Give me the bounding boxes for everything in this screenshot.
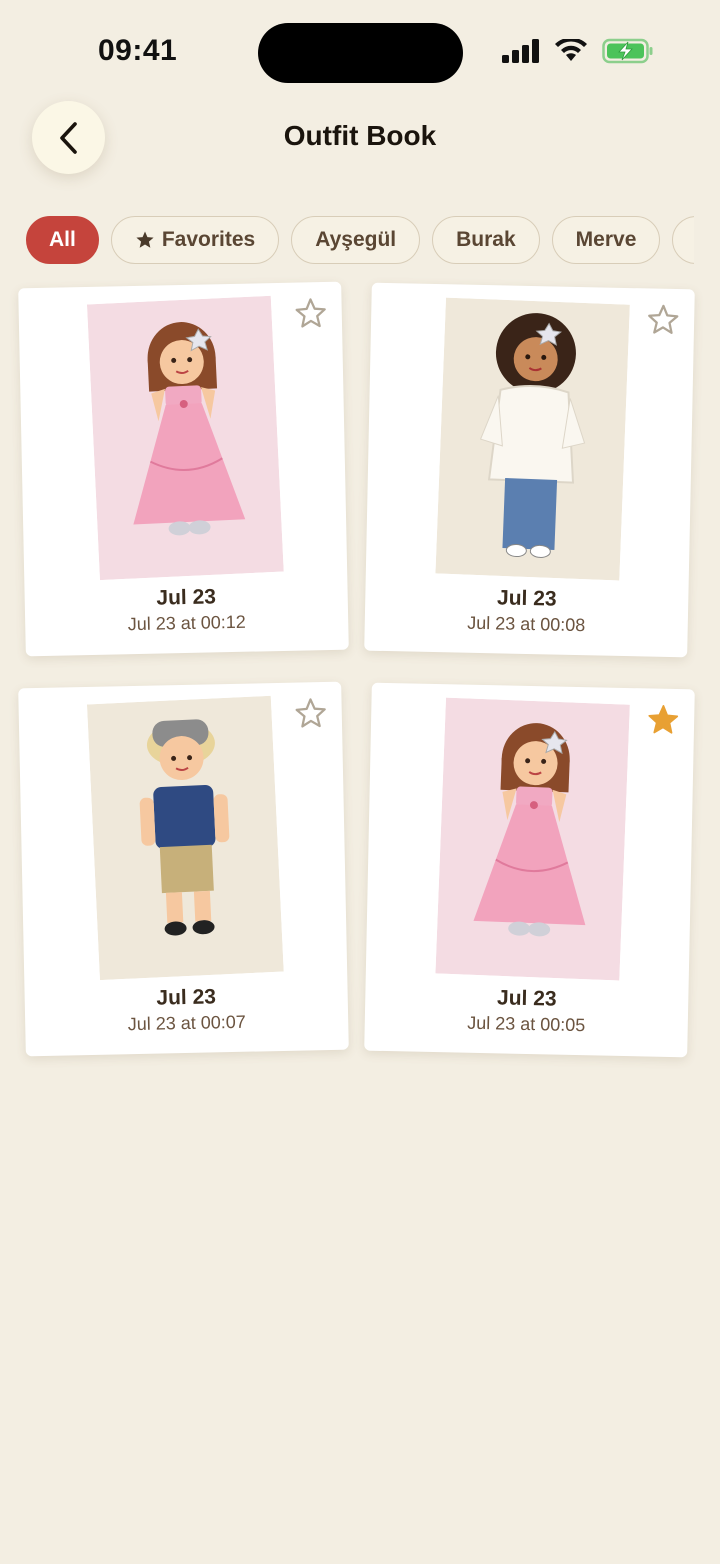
outfit-title: Jul 23 bbox=[496, 586, 557, 611]
chip-label: Favorites bbox=[161, 228, 256, 251]
chip-label: Merve bbox=[575, 228, 637, 251]
outfit-timestamp: Jul 23 at 00:05 bbox=[467, 1012, 586, 1036]
wifi-icon bbox=[555, 39, 587, 61]
outfit-image bbox=[435, 697, 630, 981]
outfit-image bbox=[86, 295, 284, 581]
star-outline-icon[interactable] bbox=[646, 302, 681, 337]
outfit-image bbox=[435, 297, 630, 581]
filter-chip-all[interactable]: All bbox=[26, 216, 99, 264]
star-icon bbox=[136, 231, 154, 248]
page-title: Outfit Book bbox=[283, 120, 437, 151]
star-outline-icon[interactable] bbox=[293, 296, 328, 331]
filter-chip-aysegul[interactable]: Ayşegül bbox=[291, 216, 421, 264]
outfit-card[interactable]: Jul 23 Jul 23 at 00:08 bbox=[364, 282, 695, 658]
outfit-timestamp: Jul 23 at 00:07 bbox=[127, 1011, 246, 1035]
outfit-card[interactable]: Jul 23 Jul 23 at 00:07 bbox=[18, 681, 349, 1057]
outfit-timestamp: Jul 23 at 00:08 bbox=[467, 612, 586, 636]
dynamic-island bbox=[258, 23, 463, 83]
outfit-title: Jul 23 bbox=[156, 585, 217, 610]
filter-chips: All Favorites Ayşegül Burak Merve bbox=[26, 216, 694, 266]
outfit-title: Jul 23 bbox=[496, 986, 557, 1011]
filter-chip-favorites[interactable]: Favorites bbox=[110, 216, 280, 264]
outfit-card[interactable]: Jul 23 Jul 23 at 00:05 bbox=[364, 682, 695, 1058]
outfit-card[interactable]: Jul 23 Jul 23 at 00:12 bbox=[18, 281, 349, 657]
star-outline-icon[interactable] bbox=[293, 696, 328, 731]
star-filled-icon[interactable] bbox=[646, 702, 681, 737]
filter-chip-burak[interactable]: Burak bbox=[432, 216, 540, 264]
status-time: 09:41 bbox=[98, 34, 178, 67]
filter-chip-merve[interactable]: Merve bbox=[551, 216, 661, 264]
status-bar: 09:41 bbox=[0, 0, 720, 100]
battery-charging-icon bbox=[602, 38, 653, 64]
signal-icon bbox=[502, 39, 539, 63]
filter-chip-more[interactable] bbox=[672, 216, 694, 264]
outfit-timestamp: Jul 23 at 00:12 bbox=[127, 611, 246, 635]
chip-label: Burak bbox=[456, 228, 516, 251]
chip-label: All bbox=[49, 228, 76, 251]
chip-label: Ayşegül bbox=[315, 228, 397, 251]
status-icons bbox=[502, 38, 654, 64]
outfit-title: Jul 23 bbox=[156, 985, 217, 1010]
outfit-image bbox=[86, 695, 284, 981]
